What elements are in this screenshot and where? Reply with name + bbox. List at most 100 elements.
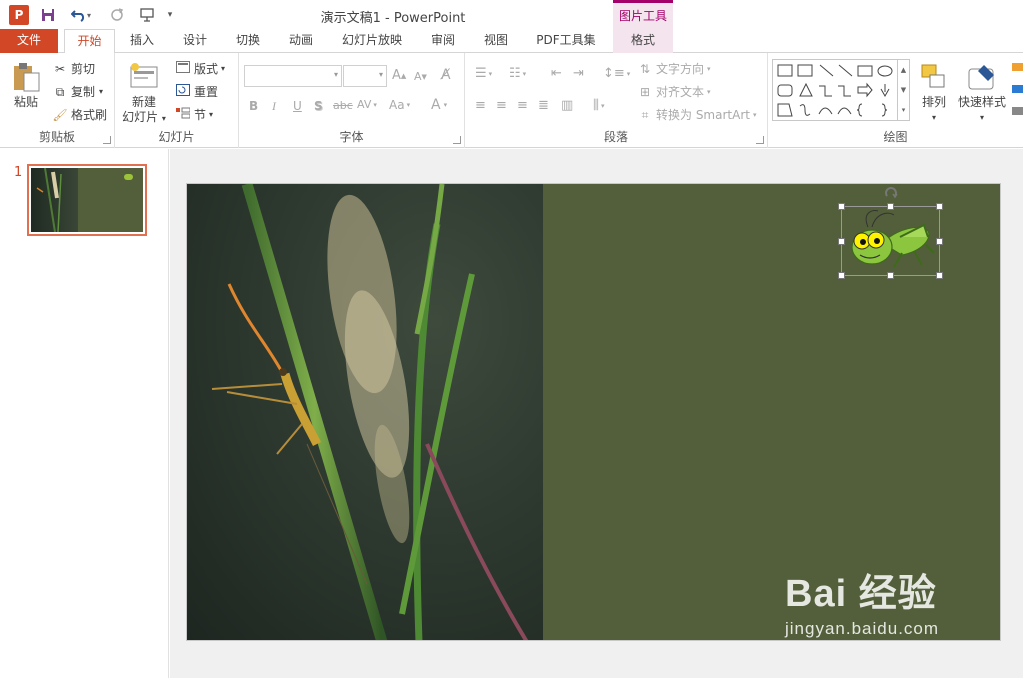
text-direction-button[interactable]: ⇅ 文字方向 ▾ (637, 60, 711, 77)
tab-animations[interactable]: 动画 (281, 29, 321, 53)
clear-formatting-icon[interactable]: A̸ (441, 67, 451, 83)
character-spacing-button[interactable]: AV ▾ (357, 98, 377, 111)
resize-handle-top-right[interactable] (936, 203, 943, 210)
watermark-brand: Bai 经验 (785, 573, 937, 615)
resize-handle-top-left[interactable] (838, 203, 845, 210)
resize-handle-right[interactable] (936, 238, 943, 245)
reset-icon (175, 83, 191, 100)
shrink-font-button[interactable]: A ▼ (414, 70, 427, 83)
clipboard-launcher-icon[interactable] (103, 136, 111, 144)
tab-review[interactable]: 审阅 (423, 29, 463, 53)
grasshopper-photo[interactable] (187, 184, 543, 640)
font-name-field[interactable]: ▾ (244, 65, 342, 87)
rotate-handle-icon[interactable] (884, 187, 898, 201)
resize-handle-bottom-left[interactable] (838, 272, 845, 279)
selected-clipart-grasshopper[interactable] (838, 187, 943, 279)
slide-thumbnail-pane: 1 (0, 149, 169, 678)
resize-handle-bottom-right[interactable] (936, 272, 943, 279)
tab-format[interactable]: 格式 (613, 29, 673, 53)
new-slide-button[interactable]: 新建 幻灯片 ▾ (121, 61, 167, 126)
reset-label: 重置 (194, 85, 219, 99)
arrange-dropdown-icon: ▾ (931, 113, 936, 122)
distributed-icon[interactable]: ▥ (561, 98, 573, 113)
grow-font-button[interactable]: A ▲ (392, 68, 406, 83)
reset-button[interactable]: 重置 (175, 83, 218, 100)
font-launcher-icon[interactable] (453, 136, 461, 144)
copy-label: 复制 (71, 85, 96, 99)
resize-handle-bottom[interactable] (887, 272, 894, 279)
strikethrough-button[interactable]: abc (333, 99, 353, 112)
tab-design[interactable]: 设计 (175, 29, 215, 53)
layout-button[interactable]: 版式 ▾ (175, 60, 225, 77)
tab-transitions[interactable]: 切换 (228, 29, 268, 53)
shapes-gallery[interactable]: ▲ ▼ ▾ (772, 59, 910, 121)
format-painter-button[interactable]: 🖌 格式刷 (52, 106, 107, 123)
quick-styles-button[interactable]: 快速样式 ▾ (954, 61, 1010, 125)
tab-file[interactable]: 文件 (0, 29, 58, 53)
arrange-label: 排列 (921, 95, 946, 109)
paste-button[interactable]: 粘贴 (8, 61, 44, 110)
align-left-icon[interactable]: ≡ (475, 98, 486, 113)
bullets-icon[interactable]: ☰ ▾ (475, 66, 492, 81)
layout-label: 版式 (194, 62, 219, 76)
justify-icon[interactable]: ≣ (538, 98, 549, 113)
columns-icon[interactable]: ⫼ ▾ (593, 98, 605, 113)
tab-insert[interactable]: 插入 (122, 29, 162, 53)
slide-thumbnail-1[interactable] (27, 164, 147, 236)
font-size-dropdown-icon: ▾ (378, 70, 383, 79)
slide-canvas[interactable]: Bai 经验 jingyan.baidu.com (186, 183, 1001, 641)
paste-icon (10, 61, 42, 93)
increase-indent-icon[interactable]: ⇥ (573, 66, 584, 81)
section-button[interactable]: 节 ▾ (175, 106, 213, 123)
format-painter-label: 格式刷 (71, 108, 108, 122)
underline-button[interactable]: U (293, 99, 302, 113)
arrange-button[interactable]: 排列 ▾ (914, 61, 954, 125)
drawing-group-label: 绘图 (883, 130, 908, 144)
align-center-icon[interactable]: ≡ (496, 98, 507, 113)
ribbon-tabs: 文件 开始 插入 设计 切换 动画 幻灯片放映 审阅 视图 PDF工具集 格式 (0, 29, 1023, 54)
copy-button[interactable]: ⧉ 复制 ▾ (52, 83, 103, 100)
slides-group-label: 幻灯片 (158, 130, 195, 144)
shape-fill-outline-icons[interactable] (1012, 59, 1023, 119)
new-slide-label-2: 幻灯片 ▾ (122, 110, 166, 124)
tab-home[interactable]: 开始 (64, 29, 115, 54)
paragraph-launcher-icon[interactable] (756, 136, 764, 144)
decrease-indent-icon[interactable]: ⇤ (551, 66, 562, 81)
tab-view[interactable]: 视图 (476, 29, 516, 53)
font-group: ▾ ▾ A ▲ A ▼ A̸ B I U S abc AV ▾ Aa ▾ A ▾ 字体 (239, 53, 465, 148)
baidu-jingyan-watermark: Bai 经验 jingyan.baidu.com (785, 562, 939, 639)
tab-slideshow[interactable]: 幻灯片放映 (334, 29, 410, 53)
tab-pdf-tools[interactable]: PDF工具集 (529, 29, 603, 53)
change-case-button[interactable]: Aa ▾ (389, 98, 410, 112)
italic-button[interactable]: I (272, 99, 276, 114)
resize-handle-left[interactable] (838, 238, 845, 245)
change-case-label: Aa (389, 98, 405, 112)
character-spacing-label: AV (357, 98, 372, 111)
new-slide-label-1: 新建 (131, 95, 156, 109)
picture-tools-context-label: 图片工具 (613, 0, 673, 29)
clipboard-group-label: 剪贴板 (38, 130, 75, 144)
smartart-icon: ⌗ (641, 107, 649, 122)
bold-button[interactable]: B (249, 99, 258, 113)
font-color-button[interactable]: A ▾ (431, 97, 447, 113)
paintbrush-icon: 🖌 (52, 107, 68, 122)
align-right-icon[interactable]: ≡ (517, 98, 528, 113)
resize-handle-top[interactable] (887, 203, 894, 210)
gallery-scroll-icons[interactable]: ▲ ▼ ▾ (897, 60, 909, 120)
shadow-button[interactable]: S (314, 99, 323, 113)
line-spacing-icon[interactable]: ↕≡ ▾ (603, 66, 630, 81)
scissors-icon: ✂ (54, 61, 66, 76)
quick-styles-icon (966, 61, 998, 93)
shrink-font-label: A (414, 70, 422, 83)
font-size-field[interactable]: ▾ (343, 65, 387, 87)
quick-styles-label: 快速样式 (957, 95, 1006, 109)
cut-button[interactable]: ✂ 剪切 (52, 60, 95, 77)
align-text-button[interactable]: ⊞ 对齐文本 ▾ (637, 83, 711, 100)
new-slide-icon (128, 61, 160, 93)
numbering-icon[interactable]: ☷ ▾ (509, 66, 526, 81)
align-text-label: 对齐文本 (656, 85, 705, 99)
convert-smartart-label: 转换为 SmartArt (656, 108, 750, 122)
font-color-label: A (431, 97, 441, 113)
font-group-label: 字体 (339, 130, 364, 144)
convert-smartart-button[interactable]: ⌗ 转换为 SmartArt ▾ (637, 106, 757, 123)
